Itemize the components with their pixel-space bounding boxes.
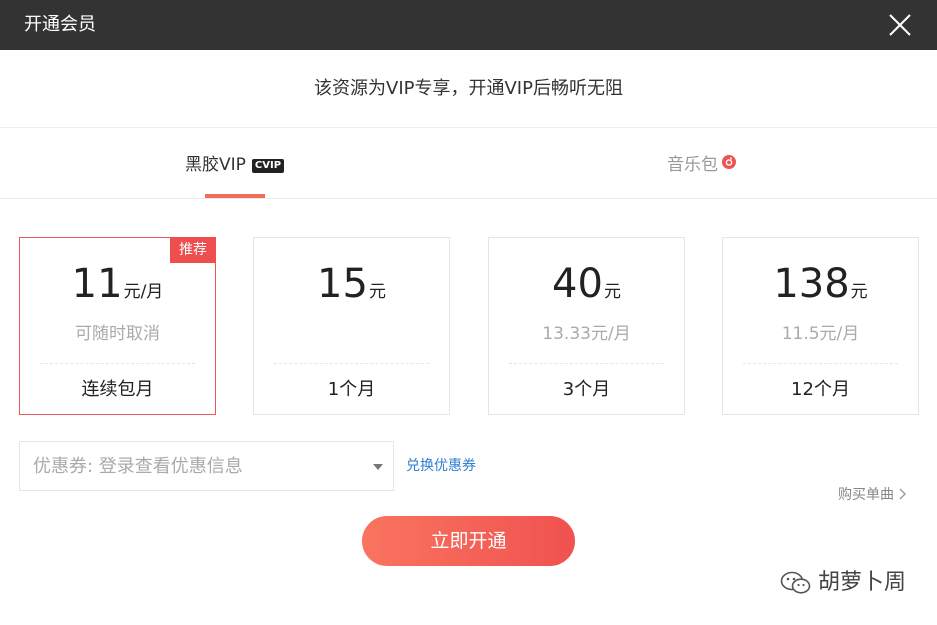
plan-divider [40, 363, 195, 364]
plan-price-value: 40 [552, 261, 603, 307]
plan-period: 1个月 [327, 379, 376, 400]
tab-music-pack-label: 音乐包 [667, 155, 718, 175]
plan-period: 3个月 [562, 379, 611, 400]
plan-price: 15元 [254, 260, 449, 308]
plan-price: 40元 [489, 260, 684, 308]
coupon-select[interactable]: 优惠券: 登录查看优惠信息 [19, 441, 394, 491]
chevron-right-icon [899, 488, 906, 500]
watermark-text: 胡萝卜周 [818, 570, 907, 595]
buy-single-label: 购买单曲 [838, 487, 894, 503]
plan-price-value: 138 [773, 261, 850, 307]
plan-divider [509, 363, 664, 364]
plan-price: 11元/月 [20, 260, 215, 308]
tab-vinyl-vip-label: 黑胶VIP [185, 155, 246, 175]
window-title: 开通会员 [24, 14, 96, 35]
plan-card-12-months[interactable]: 138元 11.5元/月 12个月 [722, 237, 919, 415]
buy-single-link[interactable]: 购买单曲 [838, 485, 908, 505]
caret-down-icon [373, 464, 383, 470]
tab-vinyl-vip[interactable]: 黑胶VIP CVIP [185, 128, 285, 198]
plan-price-unit: 元 [368, 282, 386, 302]
redeem-coupon-link[interactable]: 兑换优惠券 [406, 456, 476, 476]
plan-price-value: 15 [317, 261, 368, 307]
tab-music-pack[interactable]: 音乐包 [667, 128, 736, 198]
wechat-icon [780, 571, 811, 594]
active-tab-indicator [205, 194, 265, 198]
plan-price-unit: 元 [850, 282, 868, 302]
close-icon[interactable] [884, 9, 916, 41]
plan-subtext: 13.33元/月 [542, 324, 631, 344]
plan-price: 138元 [723, 260, 918, 308]
plan-subtext: 11.5元/月 [781, 324, 860, 344]
music-pack-icon [722, 155, 736, 169]
plan-card-3-months[interactable]: 40元 13.33元/月 3个月 [488, 237, 685, 415]
plan-list: 推荐 11元/月 可随时取消 连续包月 15元 1个月 40元 13.33元/月… [19, 237, 919, 415]
open-now-button[interactable]: 立即开通 [362, 516, 575, 566]
plan-subtext: 可随时取消 [75, 324, 160, 344]
vip-notice: 该资源为VIP专享，开通VIP后畅听无阻 [0, 50, 937, 128]
plan-price-unit: 元 [603, 282, 621, 302]
tab-bar: 黑胶VIP CVIP 音乐包 [0, 128, 937, 199]
plan-price-unit: 元/月 [123, 282, 164, 302]
plan-card-1-month[interactable]: 15元 1个月 [253, 237, 450, 415]
cvip-badge-icon: CVIP [251, 159, 285, 173]
plan-divider [274, 363, 429, 364]
plan-card-monthly-auto[interactable]: 推荐 11元/月 可随时取消 连续包月 [19, 237, 216, 415]
plan-period: 连续包月 [81, 379, 154, 400]
plan-period: 12个月 [791, 379, 850, 400]
plan-price-value: 11 [71, 261, 123, 307]
coupon-placeholder: 优惠券: 登录查看优惠信息 [33, 456, 243, 477]
title-bar: 开通会员 [0, 0, 937, 50]
plan-divider [743, 363, 898, 364]
